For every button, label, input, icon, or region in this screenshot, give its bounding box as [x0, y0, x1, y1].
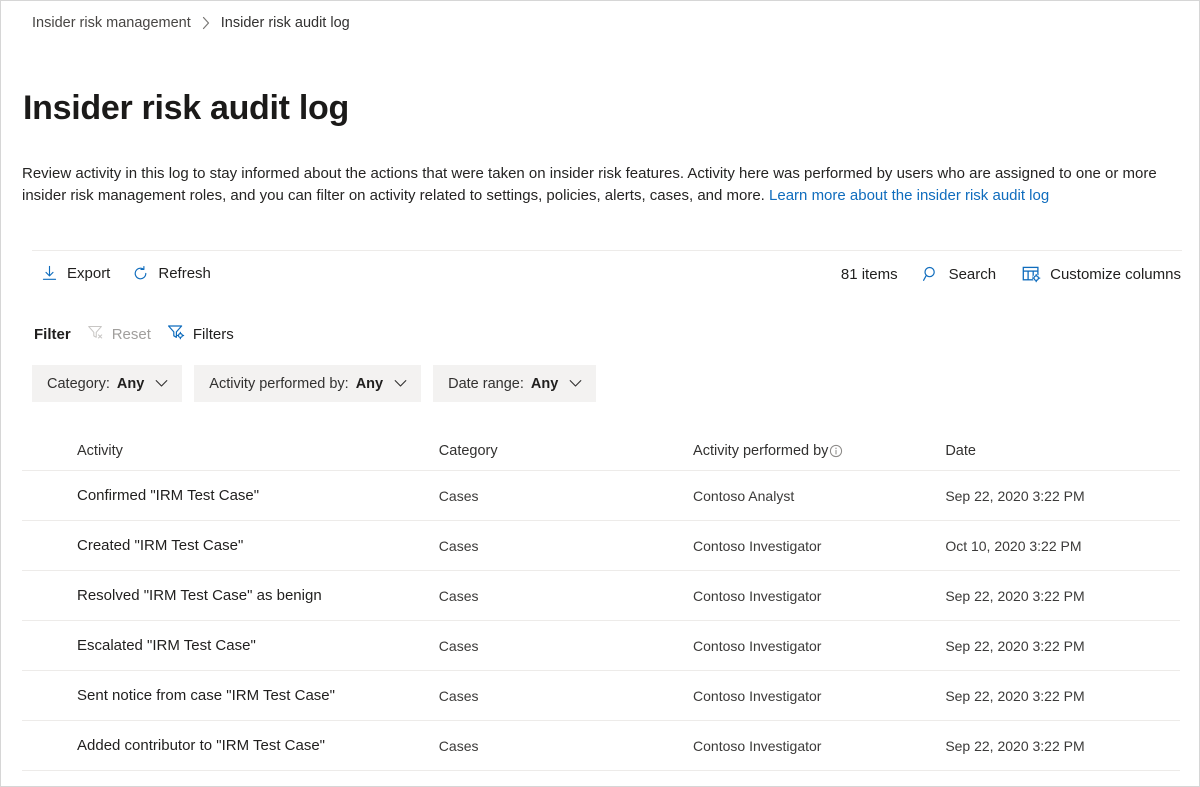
cell-date: Sep 22, 2020 3:22 PM — [945, 688, 1180, 704]
table-row[interactable]: Sent notice from case "IRM Test Case" Ca… — [22, 671, 1180, 721]
breadcrumb-item-insider-risk-management[interactable]: Insider risk management — [32, 15, 191, 31]
refresh-icon — [132, 265, 149, 282]
command-bar: Export Refresh 81 items — [1, 263, 1200, 295]
export-button-label: Export — [67, 266, 110, 281]
filter-pill-category-value: Any — [117, 376, 144, 392]
info-icon[interactable] — [829, 444, 843, 458]
export-button[interactable]: Export — [39, 263, 112, 284]
cell-activity-performed-by: Contoso Investigator — [693, 688, 945, 704]
cell-category: Cases — [439, 538, 693, 554]
chevron-down-icon — [155, 379, 168, 388]
filter-pill-category[interactable]: Category: Any — [32, 365, 182, 402]
filter-pill-activity-performed-by-value: Any — [356, 376, 383, 392]
chevron-down-icon — [394, 379, 407, 388]
column-header-activity[interactable]: Activity — [77, 443, 439, 459]
refresh-button-label: Refresh — [158, 266, 211, 281]
cell-activity: Created "IRM Test Case" — [77, 537, 439, 554]
search-icon — [922, 265, 940, 283]
table-row[interactable]: Resolved "IRM Test Case" as benign Cases… — [22, 571, 1180, 621]
audit-log-page: Insider risk management Insider risk aud… — [0, 0, 1200, 787]
chevron-down-icon — [569, 379, 582, 388]
toolbar-divider — [32, 250, 1182, 251]
table-row[interactable]: Escalated "IRM Test Case" Cases Contoso … — [22, 621, 1180, 671]
cell-activity: Confirmed "IRM Test Case" — [77, 487, 439, 504]
filter-pill-activity-performed-by[interactable]: Activity performed by: Any — [194, 365, 421, 402]
filter-bar-label: Filter — [34, 326, 71, 343]
cell-activity: Added contributor to "IRM Test Case" — [77, 737, 439, 754]
filter-pills: Category: Any Activity performed by: Any… — [32, 365, 596, 402]
cell-category: Cases — [439, 738, 693, 754]
cell-date: Sep 22, 2020 3:22 PM — [945, 588, 1180, 604]
filter-pill-date-range-value: Any — [531, 376, 558, 392]
cell-activity-performed-by: Contoso Analyst — [693, 488, 945, 504]
cell-activity: Escalated "IRM Test Case" — [77, 637, 439, 654]
filters-button-label: Filters — [193, 326, 234, 343]
table-header-row: Activity Category Activity performed by … — [22, 431, 1180, 471]
cell-category: Cases — [439, 688, 693, 704]
table-row[interactable]: Confirmed "IRM Test Case" Cases Contoso … — [22, 471, 1180, 521]
cell-activity-performed-by: Contoso Investigator — [693, 588, 945, 604]
cell-activity-performed-by: Contoso Investigator — [693, 638, 945, 654]
table-row[interactable]: Added contributor to "IRM Test Case" Cas… — [22, 721, 1180, 771]
cell-category: Cases — [439, 638, 693, 654]
table-row[interactable]: Created "IRM Test Case" Cases Contoso In… — [22, 521, 1180, 571]
item-count: 81 items — [841, 266, 898, 283]
cell-category: Cases — [439, 588, 693, 604]
cell-date: Sep 22, 2020 3:22 PM — [945, 738, 1180, 754]
breadcrumb-chevron-icon — [201, 16, 211, 30]
learn-more-link[interactable]: Learn more about the insider risk audit … — [769, 187, 1049, 204]
filter-bar: Filter Reset Filters — [34, 323, 234, 345]
filter-settings-icon — [167, 324, 185, 344]
customize-columns-button-label: Customize columns — [1050, 267, 1181, 282]
cell-activity-performed-by: Contoso Investigator — [693, 538, 945, 554]
cell-category: Cases — [439, 488, 693, 504]
filter-pill-date-range-name: Date range: — [448, 376, 524, 392]
cell-date: Oct 10, 2020 3:22 PM — [945, 538, 1180, 554]
cell-activity-performed-by: Contoso Investigator — [693, 738, 945, 754]
cell-date: Sep 22, 2020 3:22 PM — [945, 488, 1180, 504]
reset-filters-label: Reset — [112, 326, 151, 343]
page-description: Review activity in this log to stay info… — [22, 163, 1172, 207]
table-settings-icon — [1022, 265, 1041, 283]
breadcrumb: Insider risk management Insider risk aud… — [32, 15, 350, 31]
customize-columns-button[interactable]: Customize columns — [1020, 263, 1183, 285]
search-button[interactable]: Search — [920, 263, 999, 285]
cell-date: Sep 22, 2020 3:22 PM — [945, 638, 1180, 654]
column-header-category[interactable]: Category — [439, 443, 693, 459]
refresh-button[interactable]: Refresh — [130, 263, 213, 284]
audit-log-table: Activity Category Activity performed by … — [22, 431, 1180, 771]
column-header-activity-performed-by-label: Activity performed by — [693, 443, 828, 459]
cell-activity: Sent notice from case "IRM Test Case" — [77, 687, 439, 704]
page-title: Insider risk audit log — [23, 90, 349, 127]
filter-pill-category-name: Category: — [47, 376, 110, 392]
filter-pill-date-range[interactable]: Date range: Any — [433, 365, 596, 402]
search-button-label: Search — [949, 267, 997, 282]
download-icon — [41, 265, 58, 282]
reset-filters-button[interactable]: Reset — [87, 324, 151, 344]
filters-button[interactable]: Filters — [167, 324, 234, 344]
column-header-activity-performed-by[interactable]: Activity performed by — [693, 443, 945, 459]
command-bar-left-group: Export Refresh — [39, 263, 213, 284]
filter-clear-icon — [87, 324, 104, 344]
cell-activity: Resolved "IRM Test Case" as benign — [77, 587, 439, 604]
breadcrumb-item-insider-risk-audit-log[interactable]: Insider risk audit log — [221, 15, 350, 31]
column-header-date[interactable]: Date — [945, 443, 1180, 459]
filter-pill-activity-performed-by-name: Activity performed by: — [209, 376, 348, 392]
command-bar-right-group: 81 items Search — [841, 263, 1183, 285]
